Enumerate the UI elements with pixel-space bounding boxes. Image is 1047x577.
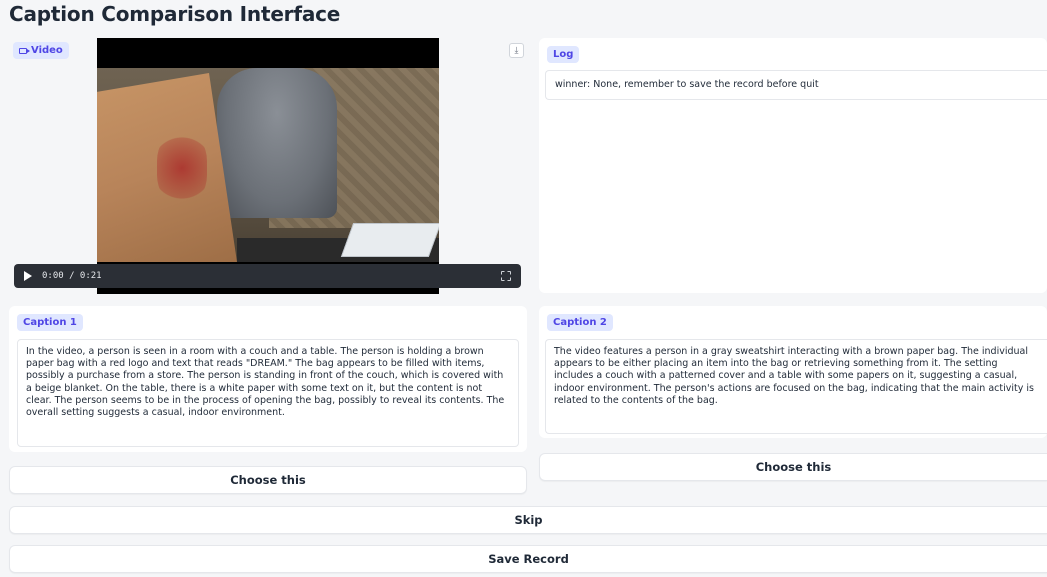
video-label-text: Video (31, 45, 63, 56)
log-label: Log (547, 46, 580, 63)
caption-1-text: In the video, a person is seen in a room… (17, 339, 519, 447)
video-controls: 0:00 / 0:21 (14, 264, 521, 288)
choose-caption-2-button[interactable]: Choose this (539, 453, 1047, 481)
caption-1-label: Caption 1 (17, 314, 83, 331)
video-time: 0:00 / 0:21 (42, 271, 102, 281)
caption-2-text: The video features a person in a gray sw… (545, 339, 1047, 434)
log-output: winner: None, remember to save the recor… (545, 70, 1047, 100)
play-icon[interactable] (24, 271, 32, 281)
video-label: Video (13, 42, 69, 59)
video-player[interactable] (97, 38, 439, 294)
save-record-button[interactable]: Save Record (9, 545, 1047, 573)
download-button[interactable]: ⤓ (509, 43, 524, 58)
skip-button[interactable]: Skip (9, 506, 1047, 534)
video-camera-icon (19, 47, 30, 54)
caption-2-label: Caption 2 (547, 314, 613, 331)
download-icon: ⤓ (514, 45, 519, 55)
video-frame-image (97, 68, 439, 262)
fullscreen-icon[interactable] (501, 271, 511, 281)
page-title: Caption Comparison Interface (9, 2, 341, 26)
choose-caption-1-button[interactable]: Choose this (9, 466, 527, 494)
